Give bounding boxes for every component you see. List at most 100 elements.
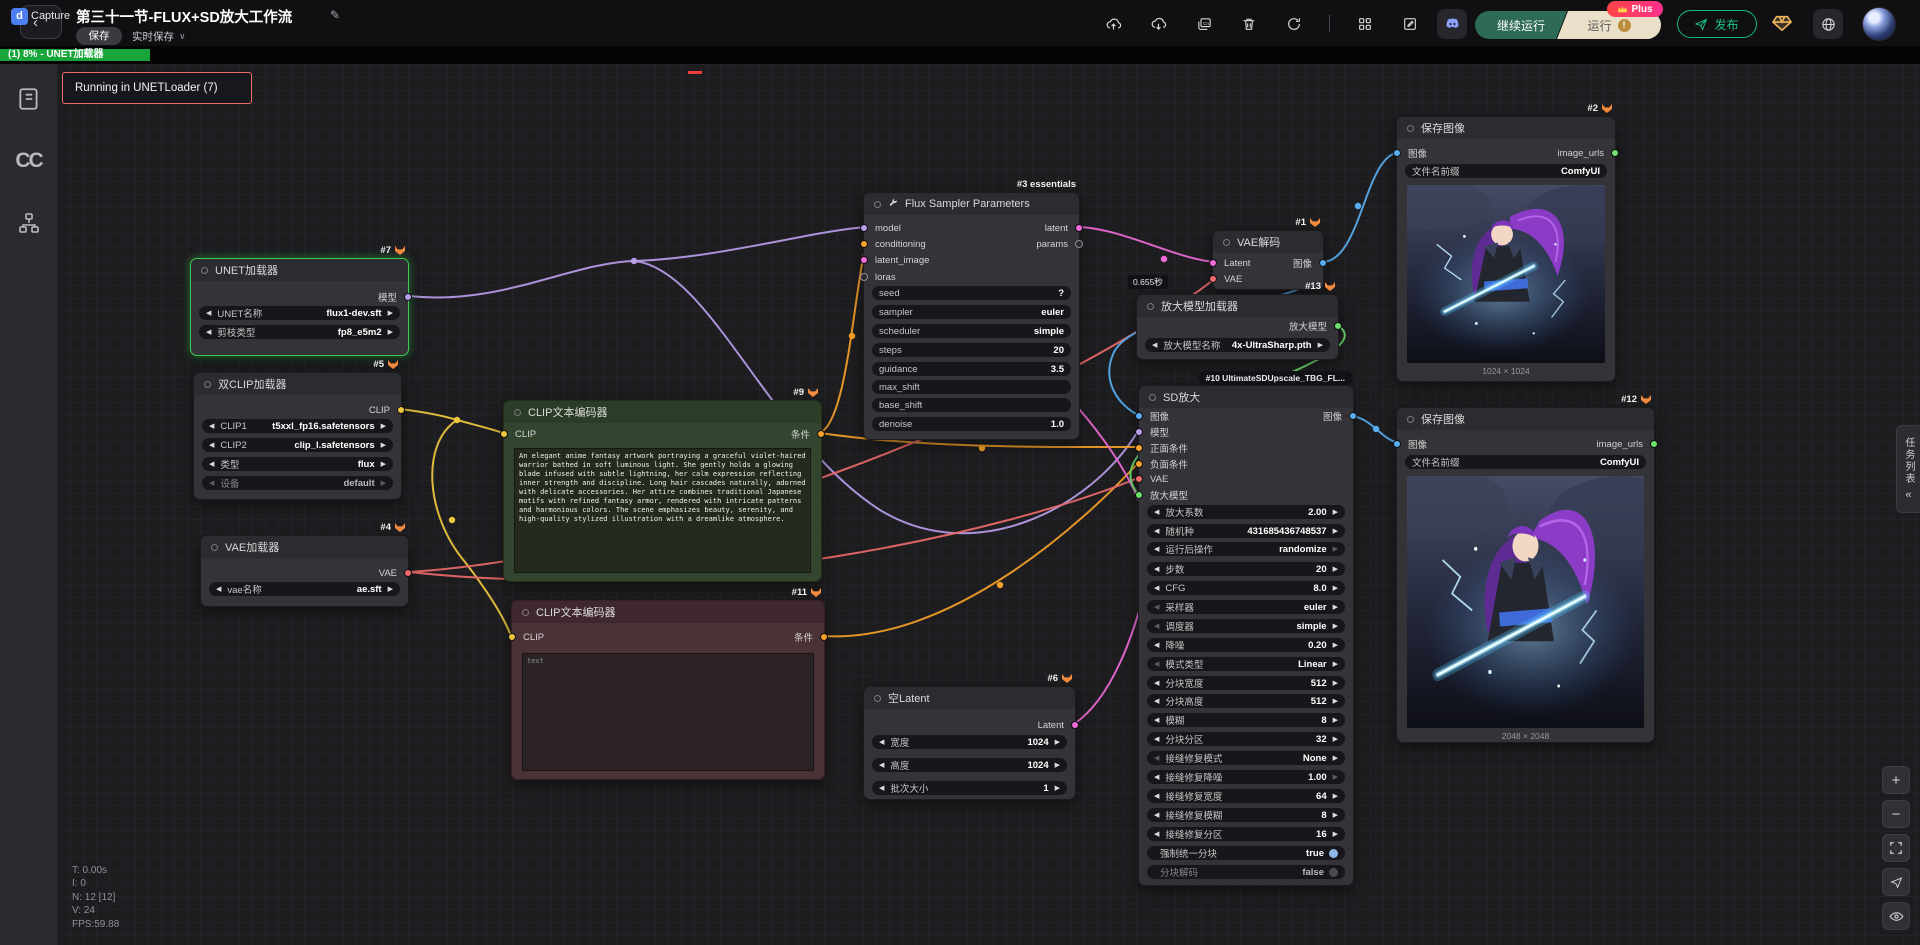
save-button[interactable]: 保存 [76,27,122,45]
increment-arrow-icon[interactable]: ▶ [1333,585,1338,592]
input-port-VAE[interactable]: VAE [1135,473,1168,485]
port-dot[interactable] [500,430,508,438]
port-dot[interactable] [1075,224,1083,232]
widget-剪枝类型[interactable]: ◀ 剪枝类型 fp8_e5m2 ▶ [199,325,400,339]
output-port-image_urls[interactable]: image_urls [1597,438,1658,450]
task-list-tab[interactable]: 任务列表 « [1896,425,1920,513]
continue-run-button[interactable]: 继续运行 [1475,11,1567,39]
port-dot[interactable] [860,224,868,232]
increment-arrow-icon[interactable]: ▶ [381,442,386,449]
port-dot[interactable] [1135,428,1143,436]
node-save-image-1[interactable]: #2 保存图像 图像 image_urls 文件名前缀 ComfyUI 1024 × 10… [1393,103,1619,382]
node-title-bar[interactable]: CLIP文本编码器 [504,401,821,423]
output-port-VAE[interactable]: VAE [379,567,412,579]
prompt-textarea[interactable]: text [522,653,814,771]
input-port-VAE[interactable]: VAE [1209,273,1242,285]
increment-arrow-icon[interactable]: ▶ [1333,642,1338,649]
increment-arrow-icon[interactable]: ▶ [1333,604,1338,611]
plus-plan-badge[interactable]: Plus [1607,1,1663,17]
widget-denoise[interactable]: denoise 1.0 [872,417,1071,431]
visibility-button[interactable] [1882,902,1910,930]
port-dot[interactable] [1135,491,1143,499]
port-dot[interactable] [1393,440,1401,448]
zoom-in-button[interactable]: + [1882,766,1910,794]
decrement-arrow-icon[interactable]: ◀ [216,586,221,593]
widget-steps[interactable]: steps 20 [872,343,1071,357]
input-port-图像[interactable]: 图像 [1135,410,1169,423]
increment-arrow-icon[interactable]: ▶ [1333,661,1338,668]
toggle-knob[interactable] [1329,867,1338,877]
widget-guidance[interactable]: guidance 3.5 [872,362,1071,376]
port-dot[interactable] [1349,412,1357,420]
widget-设备[interactable]: ◀ 设备 default ▶ [202,476,393,490]
widget-批次大小[interactable]: ◀ 批次大小 1 ▶ [872,781,1067,795]
node-title-bar[interactable]: UNET加载器 [191,259,408,281]
increment-arrow-icon[interactable]: ▶ [1333,546,1338,553]
clear-workflow-button[interactable] [1236,11,1262,37]
widget-宽度[interactable]: ◀ 宽度 1024 ▶ [872,735,1067,749]
user-avatar[interactable] [1862,7,1896,41]
widget-降噪[interactable]: ◀ 降噪 0.20 ▶ [1147,638,1345,652]
widget-放大模型名称[interactable]: ◀ 放大模型名称 4x-UltraSharp.pth ▶ [1145,338,1330,352]
decrement-arrow-icon[interactable]: ◀ [1154,717,1159,724]
decrement-arrow-icon[interactable]: ◀ [879,739,884,746]
widget-max_shift[interactable]: max_shift [872,380,1071,394]
port-dot[interactable] [1611,149,1619,157]
increment-arrow-icon[interactable]: ▶ [1333,831,1338,838]
widget-文件名前缀[interactable]: 文件名前缀 ComfyUI [1405,164,1607,178]
widget-随机种[interactable]: ◀ 随机种 431685436748537 ▶ [1147,524,1345,538]
collapse-dot[interactable] [514,408,521,416]
decrement-arrow-icon[interactable]: ◀ [1154,774,1159,781]
widget-CLIP1[interactable]: ◀ CLIP1 t5xxl_fp16.safetensors ▶ [202,419,393,433]
output-port-image_urls[interactable]: image_urls [1558,147,1619,159]
output-port-latent[interactable]: latent [1045,222,1083,234]
decrement-arrow-icon[interactable]: ◀ [1154,509,1159,516]
decrement-arrow-icon[interactable]: ◀ [879,785,884,792]
node-title-bar[interactable]: CLIP文本编码器 [512,601,824,623]
node-title-bar[interactable]: SD放大 [1139,386,1353,408]
node-title-bar[interactable]: 空Latent [864,687,1075,709]
collapse-dot[interactable] [522,608,529,616]
widget-分块高度[interactable]: ◀ 分块高度 512 ▶ [1147,694,1345,708]
port-dot[interactable] [860,273,868,281]
notes-button[interactable] [1397,11,1423,37]
output-port-CLIP[interactable]: CLIP [369,404,405,416]
increment-arrow-icon[interactable]: ▶ [1333,509,1338,516]
decrement-arrow-icon[interactable]: ◀ [1154,793,1159,800]
widget-UNET名称[interactable]: ◀ UNET名称 flux1-dev.sft ▶ [199,306,400,320]
edit-title-icon[interactable]: ✎ [330,8,340,22]
decrement-arrow-icon[interactable]: ◀ [1154,755,1159,762]
port-dot[interactable] [1334,322,1342,330]
node-title-bar[interactable]: 放大模型加载器 [1137,295,1338,317]
decrement-arrow-icon[interactable]: ◀ [1154,698,1159,705]
decrement-arrow-icon[interactable]: ◀ [1154,546,1159,553]
decrement-arrow-icon[interactable]: ◀ [1152,342,1157,349]
increment-arrow-icon[interactable]: ▶ [1333,755,1338,762]
collapse-dot[interactable] [874,200,881,208]
node-dual-clip-loader[interactable]: #5 双CLIP加载器 CLIP ◀ CLIP1 t5xxl_fp16.safetenso… [193,359,405,500]
upload-workflow-button[interactable] [1100,11,1126,37]
decrement-arrow-icon[interactable]: ◀ [1154,585,1159,592]
increment-arrow-icon[interactable]: ▶ [1333,566,1338,573]
input-port-model[interactable]: model [860,222,901,234]
port-dot[interactable] [1650,440,1658,448]
widget-模糊[interactable]: ◀ 模糊 8 ▶ [1147,713,1345,727]
widget-分块宽度[interactable]: ◀ 分块宽度 512 ▶ [1147,676,1345,690]
node-title-bar[interactable]: 保存图像 [1397,408,1654,430]
widget-接缝修复宽度[interactable]: ◀ 接缝修复宽度 64 ▶ [1147,789,1345,803]
output-port-params[interactable]: params [1036,238,1083,250]
widget-接缝修复降噪[interactable]: ◀ 接缝修复降噪 1.00 ▶ [1147,770,1345,784]
output-port-Latent[interactable]: Latent [1038,719,1079,731]
input-port-loras[interactable]: loras [860,271,896,283]
decrement-arrow-icon[interactable]: ◀ [206,329,211,336]
decrement-arrow-icon[interactable]: ◀ [209,461,214,468]
increment-arrow-icon[interactable]: ▶ [1055,785,1060,792]
node-sd-upscale[interactable]: #10 UltimateSDUpscale_TBG_FL... SD放大 图像 模型正… [1135,371,1357,886]
widget-sampler[interactable]: sampler euler [872,305,1071,319]
port-dot[interactable] [1075,240,1083,248]
collapse-dot[interactable] [1147,302,1154,310]
input-port-CLIP[interactable]: CLIP [508,631,544,643]
widget-接缝修复模糊[interactable]: ◀ 接缝修复模糊 8 ▶ [1147,808,1345,822]
decrement-arrow-icon[interactable]: ◀ [1154,812,1159,819]
node-title-bar[interactable]: 保存图像 [1397,117,1615,139]
